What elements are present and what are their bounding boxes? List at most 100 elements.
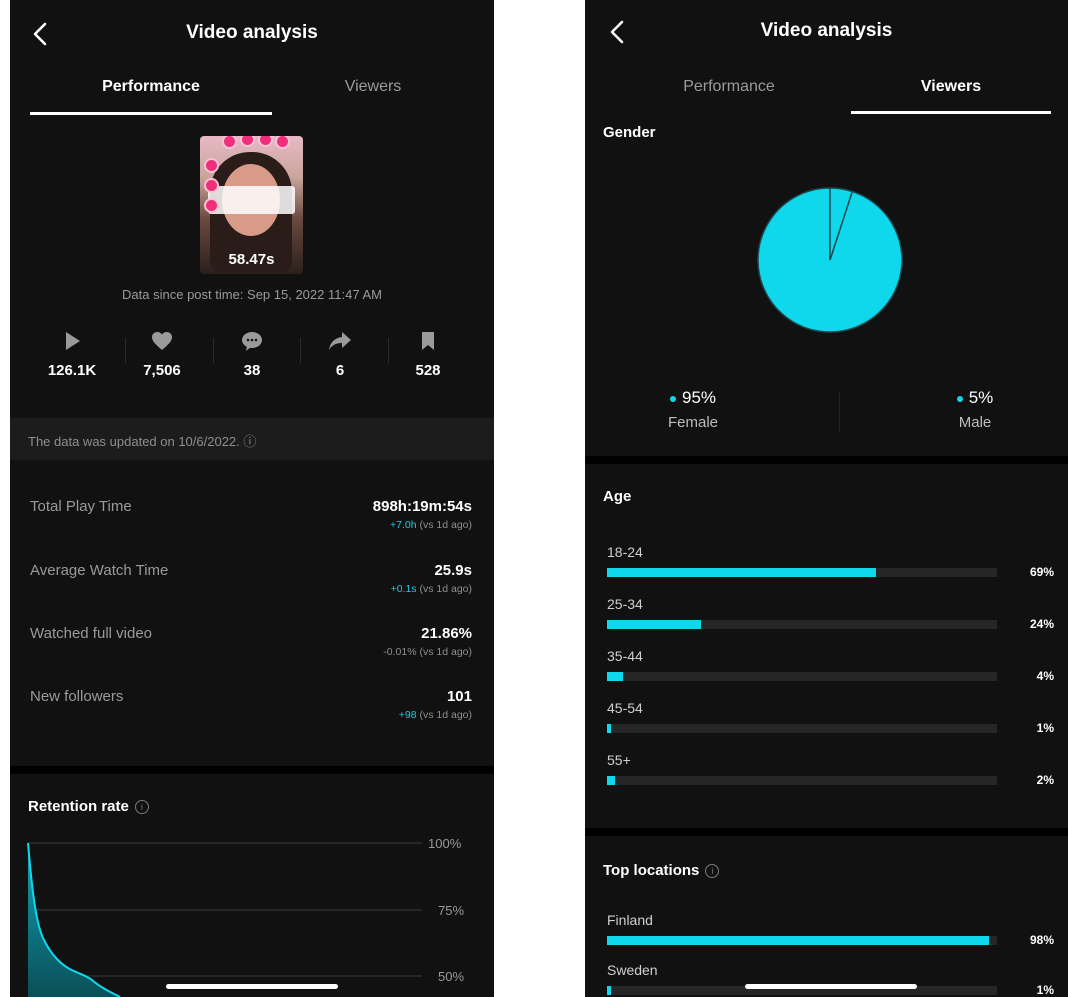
section-divider: [585, 456, 1068, 464]
delta-amount: +0.1s: [390, 583, 417, 595]
stats-row: 126.1K 7,506 38 6 528: [10, 330, 494, 400]
stat-value: 7,506: [143, 362, 181, 379]
retention-title-text: Retention rate: [28, 798, 129, 815]
active-tab-underline: [30, 112, 272, 115]
bar-track: [607, 620, 997, 629]
data-since-text: Data since post time: Sep 15, 2022 11:47…: [122, 287, 382, 302]
legend-label: Female: [667, 414, 719, 431]
page-title: Video analysis: [186, 22, 318, 43]
active-tab-underline: [851, 111, 1051, 114]
bar-track: [607, 776, 997, 785]
update-notice-text: The data was updated on 10/6/2022. ⓘ: [28, 434, 257, 449]
legend-pct-value: 5%: [968, 388, 994, 407]
age-row: 35-44 4%: [585, 648, 1068, 694]
metric-total-play-time: Total Play Time 898h:19m:54s +7.0h (vs 1…: [10, 498, 494, 558]
metric-label: Average Watch Time: [30, 562, 169, 579]
video-duration: 58.47s: [228, 251, 275, 268]
stat-comments: 38: [212, 330, 292, 379]
bar-fill: [607, 776, 615, 785]
performance-screen: Video analysis Performance Viewers 58.47…: [10, 0, 494, 997]
legend-pct-value: 95%: [681, 388, 717, 407]
play-icon: [66, 332, 80, 350]
bar-fill: [607, 724, 611, 733]
bookmark-icon: [422, 332, 434, 350]
metric-delta: +0.1s (vs 1d ago): [391, 583, 472, 595]
tab-viewers[interactable]: Viewers: [851, 78, 1051, 96]
video-thumbnail[interactable]: 58.47s: [200, 136, 303, 274]
stat-value: 126.1K: [47, 362, 97, 379]
header: Video analysis: [585, 0, 1068, 68]
header: Video analysis: [10, 0, 494, 68]
bar-track: [607, 936, 997, 945]
delta-suffix: (vs 1d ago): [416, 646, 472, 658]
location-pct: 1%: [1036, 983, 1054, 997]
metric-new-followers: New followers 101 +98 (vs 1d ago): [10, 688, 494, 748]
bar-fill: [607, 986, 611, 995]
stat-value: 38: [243, 362, 261, 379]
info-icon[interactable]: i: [705, 864, 720, 879]
bar-track: [607, 568, 997, 577]
tab-viewers[interactable]: Viewers: [252, 78, 494, 96]
legend-dot: [956, 395, 963, 402]
location-label: Finland: [607, 912, 653, 928]
metric-delta: +98 (vs 1d ago): [399, 709, 472, 721]
tab-performance[interactable]: Performance: [30, 78, 272, 96]
age-pct: 4%: [1036, 669, 1054, 683]
viewers-screen: Video analysis Performance Viewers Gende…: [585, 0, 1068, 997]
sticker-dot: [204, 178, 219, 193]
metric-watched-full-video: Watched full video 21.86% -0.01% (vs 1d …: [10, 625, 494, 685]
tick-label: 100%: [428, 836, 462, 851]
top-locations-title-text: Top locations: [603, 862, 700, 879]
bar-fill: [607, 620, 701, 629]
age-row: 55+ 2%: [585, 752, 1068, 798]
top-locations-title: Top locations i: [603, 862, 720, 879]
legend-male: 5% Male: [915, 388, 1035, 431]
age-label: 35-44: [607, 648, 643, 664]
comment-icon: [242, 332, 262, 351]
age-title: Age: [603, 488, 632, 505]
age-label: 45-54: [607, 700, 643, 716]
location-row: Sweden 1%: [585, 962, 1068, 997]
tab-bar: Performance Viewers: [585, 68, 1068, 118]
metric-label: New followers: [30, 688, 124, 705]
age-pct: 1%: [1036, 721, 1054, 735]
delta-suffix: (vs 1d ago): [416, 519, 472, 531]
legend-label: Male: [958, 414, 992, 431]
stat-value: 6: [335, 362, 345, 379]
location-row: Finland 98%: [585, 912, 1068, 958]
tab-performance[interactable]: Performance: [607, 78, 851, 96]
home-indicator[interactable]: [166, 984, 338, 989]
legend-dot: [669, 395, 676, 402]
stat-value: 528: [415, 362, 441, 379]
gender-title: Gender: [603, 124, 656, 141]
tab-bar: Performance Viewers: [10, 68, 494, 118]
metric-delta: +7.0h (vs 1d ago): [390, 519, 472, 531]
age-label: 55+: [607, 752, 631, 768]
delta-suffix: (vs 1d ago): [416, 709, 472, 721]
divider: [839, 392, 840, 432]
location-pct: 98%: [1029, 933, 1054, 947]
stat-likes: 7,506: [122, 330, 202, 379]
update-notice: The data was updated on 10/6/2022. ⓘ: [10, 418, 494, 460]
sticker-dot: [240, 136, 255, 147]
home-indicator[interactable]: [745, 984, 917, 989]
metric-average-watch-time: Average Watch Time 25.9s +0.1s (vs 1d ag…: [10, 562, 494, 622]
sticker-dot: [222, 136, 237, 149]
metric-value: 25.9s: [434, 562, 472, 579]
delta-amount: +98: [398, 709, 417, 721]
delta-suffix: (vs 1d ago): [416, 583, 472, 595]
sticker-dot: [258, 136, 273, 147]
retention-area: [28, 843, 120, 997]
info-icon[interactable]: i: [134, 800, 149, 815]
age-pct: 69%: [1029, 565, 1054, 579]
bar-track: [607, 672, 997, 681]
delta-amount: +7.0h: [389, 519, 417, 531]
age-label: 18-24: [607, 544, 643, 560]
metric-label: Total Play Time: [30, 498, 132, 515]
legend-pct: 5%: [915, 388, 1035, 408]
location-label: Sweden: [607, 962, 658, 978]
metric-value: 21.86%: [421, 625, 472, 642]
tick-label: 75%: [438, 903, 464, 918]
sticker-dot: [275, 136, 290, 149]
metric-delta: -0.01% (vs 1d ago): [383, 646, 472, 658]
